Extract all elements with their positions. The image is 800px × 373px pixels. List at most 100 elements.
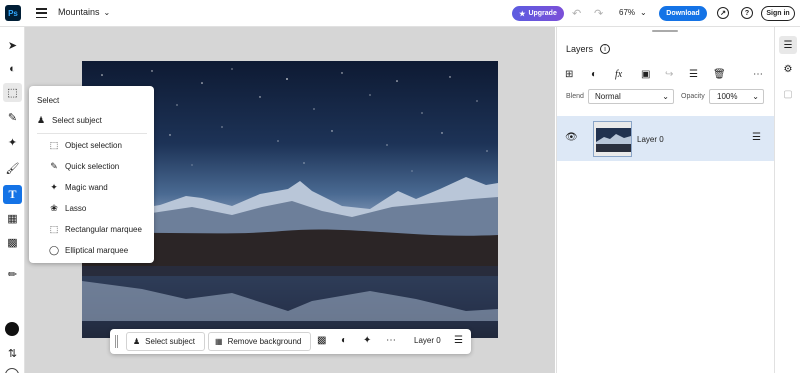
divider [37, 133, 147, 134]
quick-selection-icon: ✎ [50, 160, 58, 171]
elliptical-marquee-option[interactable]: ◯ Elliptical marquee [49, 242, 128, 258]
remove-background-button[interactable]: ▦ Remove background [208, 332, 311, 351]
rectangular-marquee-icon: ⬚ [49, 223, 59, 234]
adjustment-layer-icon[interactable]: ◐ [591, 69, 597, 80]
option-label: Magic wand [65, 182, 108, 192]
chevron-down-icon: ⌄ [640, 8, 647, 17]
layer-row[interactable]: 👁 Layer 0 ☰ [557, 116, 774, 161]
adjustment-icon[interactable]: ◐ [341, 335, 347, 346]
blend-label: Blend [566, 93, 584, 100]
layers-icon[interactable]: ☰ [779, 36, 797, 54]
clip-icon[interactable]: ↪ [665, 69, 673, 80]
opacity-field[interactable]: 100% ⌄ [709, 89, 764, 104]
undo-icon[interactable]: ↶ [572, 7, 581, 20]
upgrade-label: Upgrade [528, 10, 557, 17]
chevron-down-icon: ⌄ [752, 92, 759, 101]
button-label: Remove background [227, 337, 302, 346]
add-layer-icon[interactable]: ⊞ [565, 69, 573, 80]
redo-icon[interactable]: ↷ [594, 7, 603, 20]
document-title: Mountains [58, 7, 100, 17]
background-color-swatch[interactable] [5, 368, 19, 373]
object-selection-icon: ⬚ [49, 139, 59, 150]
image-icon: ▦ [215, 337, 223, 346]
eyedropper-icon[interactable]: ✏ [3, 265, 22, 284]
button-label: Select subject [145, 337, 195, 346]
select-tools-flyout: Select ♟ Select subject ⬚ Object selecti… [29, 86, 154, 263]
drag-handle[interactable] [115, 335, 118, 348]
panel-resize-handle[interactable] [652, 30, 678, 32]
swap-colors-icon[interactable]: ⇅ [3, 344, 22, 363]
more-options-icon[interactable]: ⋯ [753, 69, 763, 80]
image-tool-icon[interactable]: ▦ [3, 209, 22, 228]
info-icon[interactable]: i [600, 44, 611, 54]
foreground-color-swatch[interactable] [5, 322, 19, 336]
properties-icon[interactable]: ☰ [454, 335, 463, 346]
elliptical-marquee-icon: ◯ [49, 244, 60, 255]
mask-icon[interactable]: ▣ [641, 69, 650, 80]
select-tool-icon[interactable]: ⬚ [3, 83, 22, 102]
eye-icon[interactable]: 👁 [565, 132, 578, 143]
adjustment-tool-icon[interactable]: ◐ [3, 59, 22, 78]
sign-in-button[interactable]: Sign in [761, 6, 795, 21]
opacity-value: 100% [717, 92, 738, 101]
option-label: Lasso [65, 203, 87, 213]
brush-tool-icon[interactable]: 🖌 [3, 159, 22, 178]
panel-header: Layers i [566, 44, 611, 54]
layer-thumbnail [593, 121, 632, 157]
contextual-task-bar: ♟ Select subject ▦ Remove background ▩ ◐… [110, 329, 471, 354]
share-icon[interactable]: ↗ [717, 7, 729, 19]
flyout-title: Select [37, 96, 60, 105]
person-select-icon: ♟ [133, 337, 141, 346]
rectangular-marquee-option[interactable]: ⬚ Rectangular marquee [49, 221, 142, 237]
layer-name[interactable]: Layer 0 [637, 135, 664, 144]
add-image-icon[interactable]: ▩ [3, 233, 22, 252]
type-tool-icon[interactable]: T [3, 185, 22, 204]
layer-name-label[interactable]: Layer 0 [414, 336, 441, 345]
person-select-icon: ♟ [36, 114, 46, 125]
tools-panel: ➤ ◐ ⬚ ✎ ✦ 🖌 T ▦ ▩ ✏ ⇅ [0, 27, 25, 373]
option-label: Select subject [52, 115, 102, 125]
magic-wand-option[interactable]: ✦ Magic wand [49, 179, 108, 195]
comments-icon[interactable]: ▢ [779, 85, 797, 103]
option-label: Quick selection [65, 161, 120, 171]
chevron-down-icon: ⌄ [662, 92, 669, 101]
photoshop-logo[interactable]: Ps [5, 5, 21, 21]
delete-icon[interactable]: 🗑 [713, 69, 726, 80]
option-label: Object selection [65, 140, 122, 150]
magic-wand-icon: ✦ [50, 181, 58, 192]
panel-title: Layers [566, 44, 594, 54]
healing-brush-icon[interactable]: ✎ [3, 108, 22, 127]
add-image-icon[interactable]: ▩ [317, 335, 326, 346]
lasso-icon: ❀ [50, 202, 58, 213]
more-options-icon[interactable]: ⋯ [386, 335, 396, 346]
generative-fill-icon[interactable]: ✦ [3, 133, 22, 152]
adjustments-icon[interactable]: ⚙ [779, 60, 797, 78]
generative-icon[interactable]: ✦ [363, 335, 371, 346]
option-label: Elliptical marquee [65, 245, 129, 255]
zoom-value: 67% [619, 8, 636, 17]
fx-icon[interactable]: fx [615, 69, 622, 80]
star-icon: ★ [519, 10, 526, 18]
menu-icon[interactable] [36, 8, 47, 18]
lasso-option[interactable]: ❀ Lasso [49, 200, 86, 216]
layer-properties-icon[interactable]: ☰ [752, 132, 761, 143]
zoom-dropdown[interactable]: 67% ⌄ [619, 8, 647, 17]
select-subject-button[interactable]: ♟ Select subject [126, 332, 205, 351]
help-icon[interactable]: ? [741, 7, 753, 19]
panel-rail: ☰ ⚙ ▢ [774, 27, 800, 373]
select-subject-option[interactable]: ♟ Select subject [36, 112, 102, 128]
blend-mode-value: Normal [595, 92, 621, 101]
move-tool-icon[interactable]: ➤ [3, 36, 22, 55]
top-bar: Ps Mountains ⌄ ★ Upgrade ↶ ↷ 67% ⌄ Downl… [0, 0, 800, 27]
download-button[interactable]: Download [659, 6, 707, 21]
opacity-label: Opacity [681, 93, 705, 100]
object-selection-option[interactable]: ⬚ Object selection [49, 137, 122, 153]
option-label: Rectangular marquee [65, 224, 142, 234]
document-title-dropdown[interactable]: Mountains ⌄ [58, 7, 110, 17]
blend-mode-dropdown[interactable]: Normal ⌄ [588, 89, 674, 104]
chevron-down-icon: ⌄ [103, 7, 111, 17]
layer-stack-icon[interactable]: ☰ [689, 69, 698, 80]
upgrade-button[interactable]: ★ Upgrade [512, 6, 564, 21]
quick-selection-option[interactable]: ✎ Quick selection [49, 158, 119, 174]
layers-panel: Layers i ⊞ ◐ fx ▣ ↪ ☰ 🗑 ⋯ Blend Normal ⌄… [556, 27, 774, 373]
